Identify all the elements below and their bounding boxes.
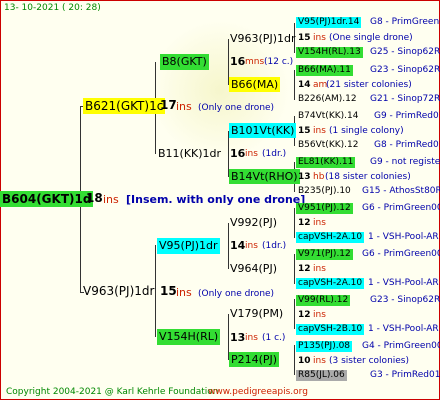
gen4-line: G9 - PrimRed01 <box>374 111 440 121</box>
gen2-queen-4[interactable]: V154H(RL) <box>157 329 221 345</box>
gen4-line: G21 - Sinop72R <box>370 94 440 104</box>
gen3-queen[interactable]: P214(PJ) <box>229 352 280 367</box>
gen4-queen[interactable]: B56Vt(KK).12 <box>298 140 358 151</box>
gen4-line: G6 - PrimGreen00 <box>362 203 440 213</box>
root-ins: ins <box>103 193 119 206</box>
gen4-queen[interactable]: capVSH-2B.10 <box>296 324 365 335</box>
gen4-line: G6 - PrimGreen00 <box>362 249 440 259</box>
gen4-line: G25 - Sinop62R <box>370 47 440 57</box>
gen4-line: G15 - AthosSt80R <box>362 186 440 196</box>
gen4-queen[interactable]: V154H(RL).13 <box>296 47 363 58</box>
gen4-queen[interactable]: B74Vt(KK).14 <box>298 111 358 122</box>
footer-copyright: Copyright 2004-2021 @ Karl Kehrle Founda… <box>6 387 219 397</box>
gen4-num: 10 <box>298 356 311 366</box>
gen4-line: G9 - not registe <box>370 157 440 167</box>
gen3-queen[interactable]: B14Vt(RHO) <box>229 169 300 184</box>
gen4-queen[interactable]: capVSH-2A.10 <box>296 232 365 243</box>
gen3-queen[interactable]: B101Vt(KK) <box>229 123 297 138</box>
gen2-note: (1dr.) <box>262 241 287 251</box>
gen3-queen[interactable]: V992(PJ) <box>230 215 277 230</box>
gen4-queen[interactable]: V99(RL).12 <box>296 295 351 306</box>
gen4-note: (21 sister colonies) <box>326 80 412 90</box>
gen1-queen-1[interactable]: B621(GKT)1c <box>83 98 166 114</box>
connector <box>294 345 295 375</box>
footer-url[interactable]: www.pedigreeapis.org <box>208 387 308 398</box>
gen1-queen-2[interactable]: V963(PJ)1dr <box>83 284 154 299</box>
gen4-line: 1 - VSH-Pool-AR <box>368 232 439 242</box>
gen4-line: G4 - PrimGreen00 <box>362 341 440 351</box>
gen2-note: (12 c.) <box>264 57 294 67</box>
gen2-queen-1[interactable]: B8(GKT) <box>160 54 209 70</box>
gen2-queen-3[interactable]: V95(PJ)1dr <box>157 238 220 254</box>
gen4-queen[interactable]: B66(MA).11 <box>296 65 353 76</box>
connector <box>294 70 295 100</box>
root-note: [Insem. with only one drone] <box>126 193 306 206</box>
gen1-ins: ins <box>176 100 192 113</box>
header-date: 13- 10-2021 ( 20: 28) <box>4 3 101 13</box>
gen3-queen[interactable]: B66(MA) <box>229 77 281 92</box>
gen4-line: G23 - Sinop62R <box>370 65 440 75</box>
gen4-note: (One single drone) <box>329 33 413 43</box>
gen4-line: G8 - PrimGreen00 <box>370 17 440 27</box>
gen2-num: 13 <box>230 331 246 344</box>
gen2-num: 14 <box>230 239 246 252</box>
connector <box>228 223 229 269</box>
gen4-queen[interactable]: EL81(KK).11 <box>296 157 356 168</box>
gen4-ins: ins <box>313 126 326 136</box>
gen4-ins: ins <box>313 356 326 366</box>
gen4-queen[interactable]: capVSH-2A.10 <box>296 278 365 289</box>
gen2-note: (1dr.) <box>262 149 287 159</box>
gen4-num: 14 <box>298 80 311 90</box>
gen1-num: 17 <box>160 98 177 112</box>
gen4-queen[interactable]: R85(JL).06 <box>296 370 347 381</box>
connector <box>294 208 295 238</box>
gen4-num: 12 <box>298 264 311 274</box>
gen4-ins: hb <box>313 172 325 182</box>
gen4-ins: ins <box>313 218 326 228</box>
gen2-ins: ins <box>245 241 258 251</box>
gen3-queen[interactable]: V963(PJ)1dr <box>230 31 295 46</box>
gen3-queen[interactable]: V964(PJ) <box>230 261 277 276</box>
gen2-num: 16 <box>230 55 246 68</box>
gen4-ins: ins <box>313 33 326 43</box>
connector <box>155 245 156 337</box>
connector <box>294 299 295 329</box>
gen4-num: 12 <box>298 218 311 228</box>
gen1-note: (Only one drone) <box>198 289 275 299</box>
gen4-line: G23 - Sinop62R <box>370 295 440 305</box>
gen4-num: 13 <box>298 172 311 182</box>
gen4-num: 15 <box>298 33 311 43</box>
gen2-note: (1 c.) <box>262 333 286 343</box>
gen2-queen-2[interactable]: B11(KK)1dr <box>158 146 221 161</box>
gen4-queen[interactable]: V951(PJ).12 <box>296 203 353 214</box>
gen4-queen[interactable]: B226(AM).12 <box>298 94 357 105</box>
gen4-ins: ins <box>313 310 326 320</box>
gen4-line: 1 - VSH-Pool-AR <box>368 278 439 288</box>
gen2-ins: ins <box>245 149 258 159</box>
gen2-num: 16 <box>230 147 246 160</box>
root-num: 18 <box>86 191 103 205</box>
gen1-note: (Only one drone) <box>198 103 275 113</box>
gen4-note: (3 sister colonies) <box>329 356 410 366</box>
gen2-ins: ins <box>245 333 258 343</box>
gen4-line: 1 - VSH-Pool-AR <box>368 324 439 334</box>
gen4-note: (1 single colony) <box>329 126 404 136</box>
gen4-note: (18 sister colonies) <box>325 172 411 182</box>
gen1-ins: ins <box>176 286 192 299</box>
gen4-queen[interactable]: V95(PJ)1dr.14 <box>296 17 362 28</box>
gen4-line: G8 - PrimRed01 <box>374 140 440 150</box>
gen4-num: 12 <box>298 310 311 320</box>
gen4-line: G3 - PrimRed01 <box>370 370 440 380</box>
root-queen[interactable]: B604(GKT)1d <box>0 191 94 207</box>
gen4-ins: ins <box>313 264 326 274</box>
gen3-queen[interactable]: V179(PM) <box>230 306 283 321</box>
gen2-ins: mns <box>245 57 265 67</box>
connector <box>294 254 295 284</box>
gen1-num: 15 <box>160 284 177 298</box>
gen4-queen[interactable]: P135(PJ).08 <box>296 341 353 352</box>
gen4-queen[interactable]: V971(PJ).12 <box>296 249 353 260</box>
gen4-queen[interactable]: B235(PJ).10 <box>298 186 351 197</box>
gen4-num: 15 <box>298 126 311 136</box>
